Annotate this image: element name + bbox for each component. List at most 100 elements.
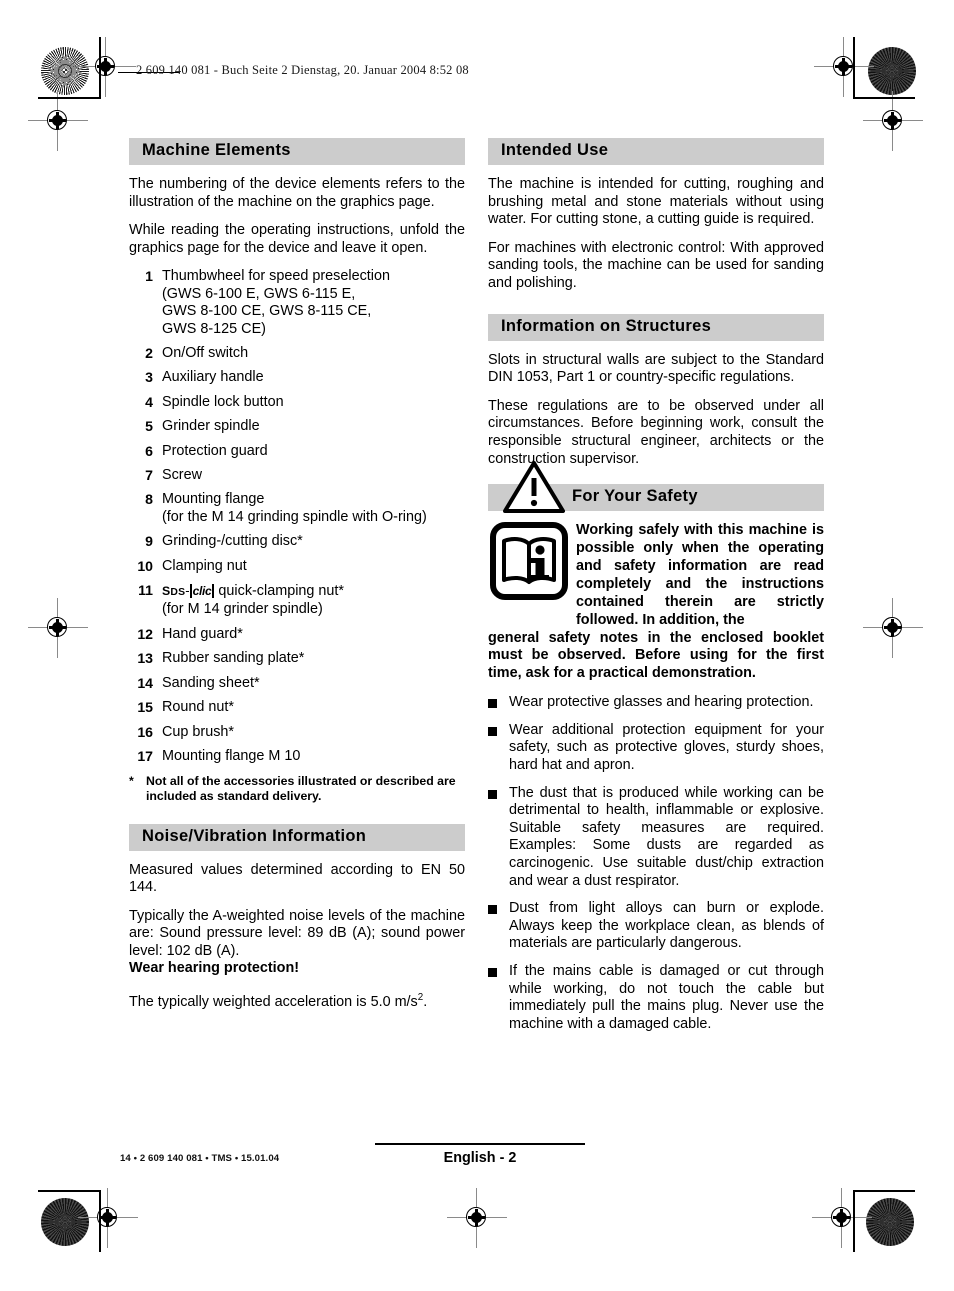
item-label: Thumbwheel for speed preselection bbox=[162, 268, 390, 285]
footer-rule bbox=[375, 1143, 585, 1145]
registration-crosshair-mid-right bbox=[863, 598, 923, 658]
bullet-text: If the mains cable is damaged or cut thr… bbox=[509, 963, 824, 1032]
left-column: Machine Elements The numbering of the de… bbox=[129, 138, 465, 1011]
item-number: 13 bbox=[137, 650, 153, 667]
list-item: If the mains cable is damaged or cut thr… bbox=[488, 963, 824, 1033]
list-item: 13 Rubber sanding plate* bbox=[129, 650, 465, 667]
page-header-text: 2 609 140 081 - Buch Seite 2 Dienstag, 2… bbox=[136, 63, 469, 77]
for-your-safety-title: For Your Safety bbox=[572, 487, 698, 506]
trim-line-bottom-left-horizontal bbox=[38, 1190, 100, 1192]
trim-line-bottom-left-vertical bbox=[99, 1190, 101, 1252]
trim-line-top-left-horizontal bbox=[38, 97, 100, 99]
list-item: 15 Round nut* bbox=[129, 699, 465, 716]
list-item: 14 Sanding sheet* bbox=[129, 675, 465, 692]
bullet-text: Wear additional protection equipment for… bbox=[509, 721, 824, 774]
list-item: 5 Grinder spindle bbox=[129, 418, 465, 435]
footnote-marker: * bbox=[129, 774, 134, 789]
square-bullet-icon bbox=[488, 699, 497, 709]
trim-line-bottom-right-horizontal bbox=[855, 1190, 915, 1192]
list-item: 4 Spindle lock button bbox=[129, 394, 465, 411]
noise-para-3: The typically weighted acceleration is 5… bbox=[129, 989, 465, 1011]
item-label: Rubber sanding plate* bbox=[162, 650, 305, 667]
safety-section: For Your Safety Working safely with this… bbox=[488, 461, 824, 1033]
registration-crosshair-bottom-right bbox=[812, 1188, 872, 1248]
noise-vibration-title: Noise/Vibration Information bbox=[142, 826, 367, 845]
item-number: 17 bbox=[137, 747, 153, 764]
item-label: Grinder spindle bbox=[162, 418, 260, 435]
noise-para-1: Measured values determined according to … bbox=[129, 861, 465, 896]
item-number: 4 bbox=[145, 393, 153, 410]
list-item: 9 Grinding-/cutting disc* bbox=[129, 533, 465, 550]
item-sub-line: GWS 8-125 CE) bbox=[162, 320, 266, 337]
accessories-footnote: * Not all of the accessories illustrated… bbox=[129, 774, 465, 803]
acceleration-suffix: . bbox=[423, 993, 428, 1010]
safety-intro-full: general safety notes in the enclosed boo… bbox=[488, 629, 824, 682]
list-item: 1 Thumbwheel for speed preselection (GWS 6… bbox=[129, 268, 465, 338]
list-item: 12 Hand guard* bbox=[129, 626, 465, 643]
right-column: Intended Use The machine is intended for… bbox=[488, 138, 824, 1033]
item-label: Round nut* bbox=[162, 699, 235, 716]
information-on-structures-title: Information on Structures bbox=[501, 316, 712, 335]
item-number: 15 bbox=[137, 699, 153, 716]
registration-rosette-bottom-right bbox=[866, 1198, 914, 1246]
bullet-text: The dust that is produced while working … bbox=[509, 784, 824, 889]
item-number: 10 bbox=[137, 557, 153, 574]
acceleration-text: The typically weighted acceleration is 5… bbox=[129, 993, 418, 1010]
trim-line-top-right-horizontal bbox=[853, 97, 915, 99]
footer-document-code: 14 • 2 609 140 081 • TMS • 15.01.04 bbox=[120, 1153, 280, 1164]
item-sub-line: GWS 8-100 CE, GWS 8-115 CE, bbox=[162, 303, 372, 320]
list-item: 3 Auxiliary handle bbox=[129, 369, 465, 386]
intended-use-title: Intended Use bbox=[501, 141, 609, 159]
trim-line-right-vertical bbox=[853, 37, 855, 99]
read-manual-icon bbox=[490, 522, 568, 601]
item-number: 7 bbox=[145, 467, 153, 484]
footer-page-label: English - 2 bbox=[443, 1150, 517, 1166]
square-bullet-icon bbox=[488, 968, 497, 977]
item-label: Clamping nut bbox=[162, 557, 247, 574]
list-item: 17 Mounting flange M 10 bbox=[129, 748, 465, 765]
square-bullet-icon bbox=[488, 905, 497, 915]
section-heading-machine-elements: Machine Elements bbox=[129, 138, 465, 165]
bullet-text: Dust from light alloys can burn or explo… bbox=[509, 900, 824, 952]
list-item: Wear protective glasses and hearing prot… bbox=[488, 694, 824, 712]
wear-hearing-protection: Wear hearing protection! bbox=[129, 960, 300, 977]
intended-use-para-1: The machine is intended for cutting, rou… bbox=[488, 176, 824, 228]
item-label: Hand guard* bbox=[162, 625, 243, 642]
structures-para-2: These regulations are to be observed und… bbox=[488, 397, 824, 467]
item-label: On/Off switch bbox=[162, 345, 249, 361]
item-sub-line: (for the M 14 grinding spindle with O-ri… bbox=[162, 508, 427, 525]
square-bullet-icon bbox=[488, 789, 497, 799]
registration-crosshair-top-left bbox=[76, 37, 136, 97]
item-sub-line: (GWS 6-100 E, GWS 6-115 E, bbox=[162, 285, 356, 302]
list-item: 11 SDS-clic quick-clamping nut* (for M 14 … bbox=[129, 582, 465, 619]
machine-elements-title: Machine Elements bbox=[142, 141, 291, 159]
section-heading-intended-use: Intended Use bbox=[488, 138, 824, 165]
item-label: Sanding sheet* bbox=[162, 674, 260, 691]
trim-line-left-vertical bbox=[99, 37, 101, 99]
item-number: 1 bbox=[145, 268, 153, 285]
item-label: Mounting flange bbox=[162, 491, 265, 508]
item-label: Protection guard bbox=[162, 442, 268, 459]
list-item: 10 Clamping nut bbox=[129, 558, 465, 575]
registration-rosette-top-right bbox=[868, 47, 916, 95]
item-number: 3 bbox=[145, 369, 153, 386]
item-label: Screw bbox=[162, 467, 202, 484]
item-label: Auxiliary handle bbox=[162, 369, 264, 386]
intended-use-para-2: For machines with electronic control: Wi… bbox=[488, 239, 824, 291]
item-label: Mounting flange M 10 bbox=[162, 747, 301, 764]
warning-triangle-icon bbox=[503, 461, 565, 514]
item-number: 2 bbox=[145, 345, 153, 361]
list-item: 2 On/Off switch bbox=[129, 345, 465, 362]
safety-bullet-list: Wear protective glasses and hearing prot… bbox=[488, 694, 824, 1033]
item-number: 6 bbox=[145, 442, 153, 459]
section-heading-noise-vibration: Noise/Vibration Information bbox=[129, 823, 465, 851]
list-item: Wear additional protection equipment for… bbox=[488, 722, 824, 775]
safety-intro-indented: Working safely with this machine is poss… bbox=[576, 522, 824, 628]
registration-crosshair-upper-left bbox=[28, 91, 88, 151]
item-number: 12 bbox=[137, 625, 153, 642]
registration-crosshair-upper-right bbox=[863, 91, 923, 151]
item-label: Cup brush* bbox=[162, 723, 234, 740]
noise-para-2-text: Typically the A-weighted noise levels of… bbox=[129, 907, 465, 959]
list-item: 16 Cup brush* bbox=[129, 724, 465, 741]
list-item: Dust from light alloys can burn or explo… bbox=[488, 900, 824, 953]
